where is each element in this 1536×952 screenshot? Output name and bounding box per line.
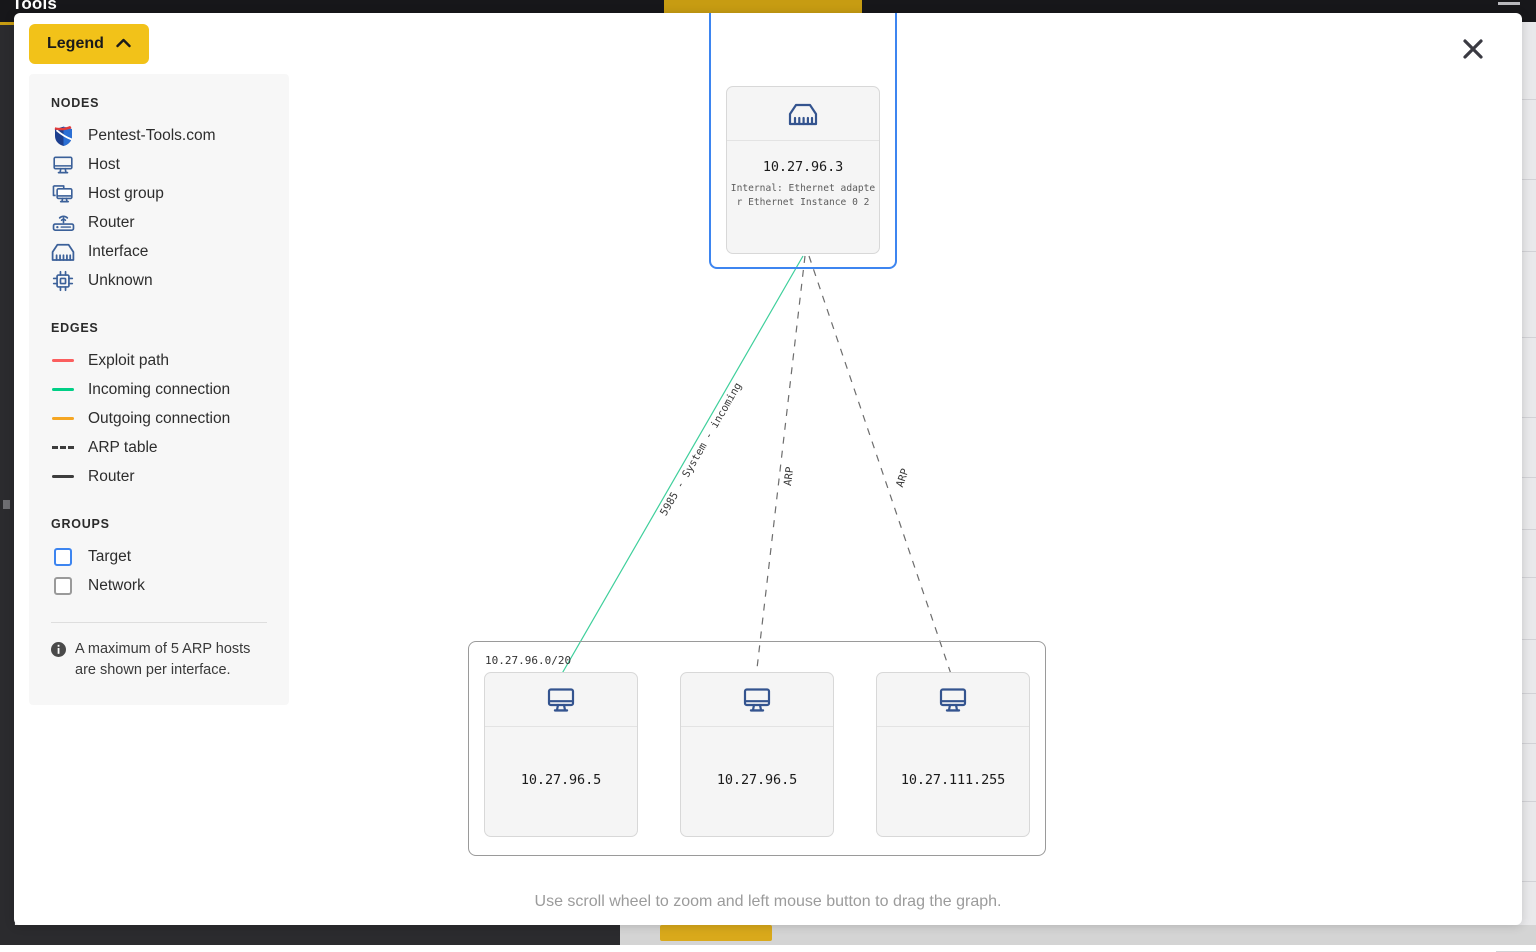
shield-logo-icon	[51, 124, 75, 148]
node-host-3-body: 10.27.111.255	[877, 727, 1029, 788]
node-host-2[interactable]: 10.27.96.5	[680, 672, 834, 837]
legend-item-outgoing-connection: Outgoing connection	[51, 404, 267, 433]
legend-item-label: Host group	[88, 185, 164, 203]
legend-item-host: Host	[51, 150, 267, 179]
ethernet-jack-icon	[51, 240, 75, 264]
monitor-icon	[485, 673, 637, 727]
legend-item-label: Network	[88, 577, 145, 595]
node-interface-body: 10.27.96.3 Internal: Ethernet adapter Et…	[727, 141, 879, 209]
legend-note: A maximum of 5 ARP hosts are shown per i…	[51, 639, 267, 681]
line-swatch-icon	[51, 407, 75, 431]
monitor-icon	[51, 153, 75, 177]
background-rail-marker	[3, 500, 10, 509]
legend-heading-edges: EDGES	[51, 321, 267, 335]
legend-item-interface: Interface	[51, 237, 267, 266]
node-interface[interactable]: 10.27.96.3 Internal: Ethernet adapter Et…	[726, 86, 880, 254]
legend-item-label: Host	[88, 156, 120, 174]
legend-item-label: Router	[88, 214, 135, 232]
legend-item-arp-table: ARP table	[51, 433, 267, 462]
legend-item-label: Exploit path	[88, 352, 169, 370]
line-swatch-icon	[51, 378, 75, 402]
target-box-icon	[51, 545, 75, 569]
legend-item-label: Pentest-Tools.com	[88, 127, 216, 145]
legend-item-incoming-connection: Incoming connection	[51, 375, 267, 404]
node-host-1[interactable]: 10.27.96.5	[484, 672, 638, 837]
info-icon	[51, 642, 66, 664]
legend-item-pentest-tools: Pentest-Tools.com	[51, 121, 267, 150]
legend-toggle-button[interactable]: Legend	[29, 24, 149, 64]
chip-icon	[51, 269, 75, 293]
legend-item-router-edge: Router	[51, 462, 267, 491]
legend-toggle-label: Legend	[47, 36, 104, 52]
legend-item-label: ARP table	[88, 439, 158, 457]
network-box-icon	[51, 574, 75, 598]
legend-item-label: Unknown	[88, 272, 153, 290]
background-app-title: Tools	[12, 0, 57, 14]
legend-panel-wrap: Legend NODES Pentest-Tools.com	[29, 24, 291, 705]
close-icon[interactable]	[1454, 30, 1492, 68]
node-host-3[interactable]: 10.27.111.255	[876, 672, 1030, 837]
network-graph-modal: 10.27.96.3 Internal: Ethernet adapter Et…	[14, 13, 1522, 925]
line-swatch-icon	[51, 465, 75, 489]
legend-item-router: Router	[51, 208, 267, 237]
legend-item-host-group: Host group	[51, 179, 267, 208]
node-host-1-body: 10.27.96.5	[485, 727, 637, 788]
router-icon	[51, 211, 75, 235]
monitor-stack-icon	[51, 182, 75, 206]
legend-item-exploit-path: Exploit path	[51, 346, 267, 375]
legend-divider	[51, 622, 267, 623]
ethernet-jack-icon	[727, 87, 879, 141]
line-swatch-icon	[51, 349, 75, 373]
group-network-label: 10.27.96.0/20	[485, 654, 571, 667]
node-host-2-title: 10.27.96.5	[717, 772, 797, 788]
edge-label-arp-1: ARP	[782, 466, 796, 486]
legend-item-unknown: Unknown	[51, 266, 267, 295]
monitor-icon	[877, 673, 1029, 727]
graph-hint-text: Use scroll wheel to zoom and left mouse …	[14, 893, 1522, 911]
node-interface-title: 10.27.96.3	[763, 159, 843, 175]
node-host-1-title: 10.27.96.5	[521, 772, 601, 788]
legend-item-group-target: Target	[51, 542, 267, 571]
monitor-icon	[681, 673, 833, 727]
node-interface-subtitle: Internal: Ethernet adapter Ethernet Inst…	[730, 182, 876, 209]
background-bottom-button[interactable]	[660, 925, 772, 941]
chevron-up-icon	[116, 36, 131, 52]
legend-item-label: Incoming connection	[88, 381, 230, 399]
legend-item-label: Target	[88, 548, 131, 566]
node-host-2-body: 10.27.96.5	[681, 727, 833, 788]
legend-panel: NODES Pentest-Tools.com	[29, 74, 289, 705]
legend-note-text: A maximum of 5 ARP hosts are shown per i…	[75, 639, 267, 681]
legend-item-group-network: Network	[51, 571, 267, 600]
legend-item-label: Outgoing connection	[88, 410, 230, 428]
hamburger-icon[interactable]	[1498, 2, 1520, 5]
legend-item-label: Router	[88, 468, 135, 486]
legend-item-label: Interface	[88, 243, 148, 261]
background-rail-accent	[0, 22, 14, 25]
legend-heading-nodes: NODES	[51, 96, 267, 110]
background-left-rail	[0, 22, 15, 945]
dashed-line-swatch-icon	[51, 436, 75, 460]
node-host-3-title: 10.27.111.255	[901, 772, 1005, 788]
legend-heading-groups: GROUPS	[51, 517, 267, 531]
